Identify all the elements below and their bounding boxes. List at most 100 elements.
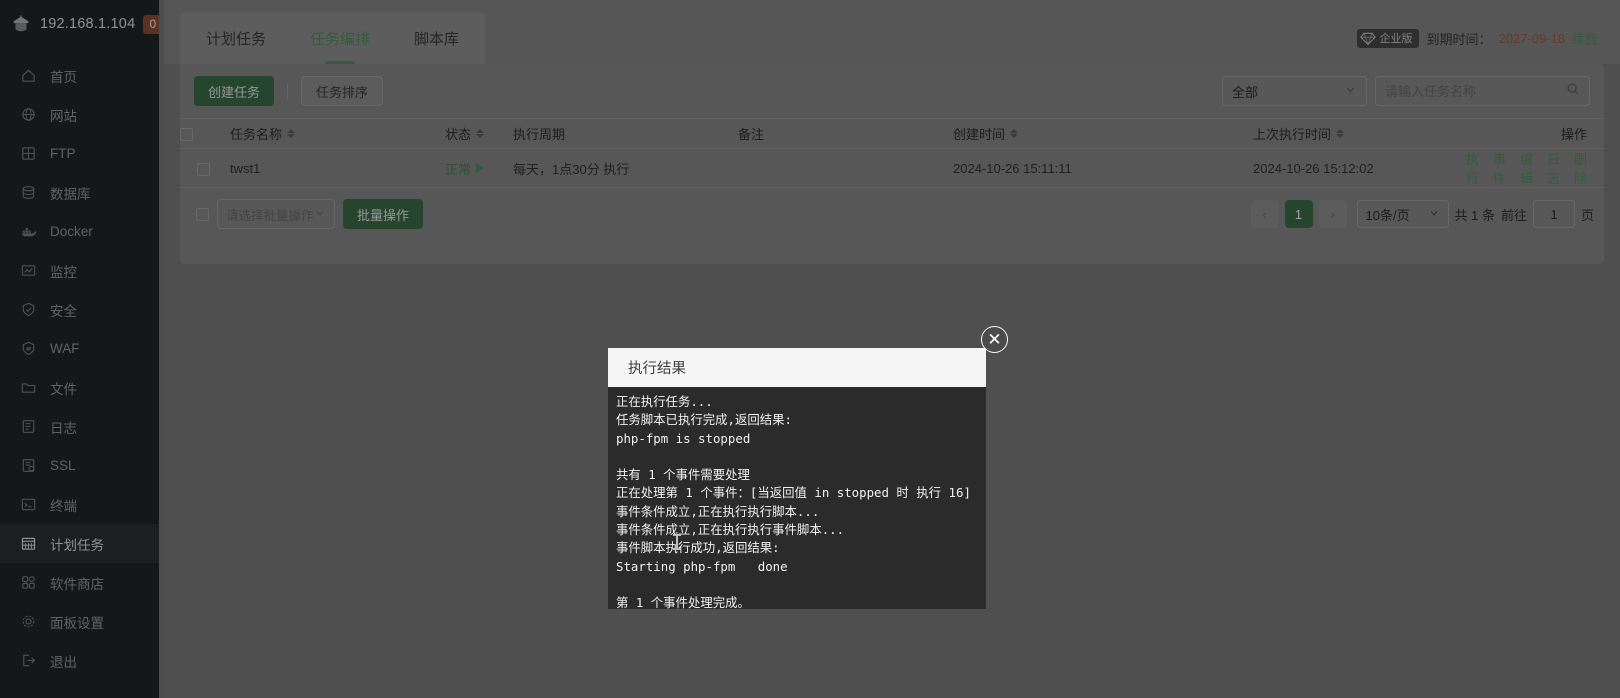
- sidebar-item-label: 监控: [50, 264, 77, 280]
- terminal-line: 事件条件成立,正在执行执行脚本...: [616, 503, 820, 519]
- created-time: 2024-10-26 15:11:11: [953, 160, 1072, 176]
- th-task-name[interactable]: 任务名称: [226, 118, 441, 149]
- search-input[interactable]: [1385, 83, 1566, 99]
- sidebar-item-label: 日志: [50, 420, 77, 436]
- table-row[interactable]: twst1 正常 每天，1点30分 执行 2024-10-26 15:11:11…: [180, 148, 1604, 188]
- pagination-page-1[interactable]: 1: [1284, 200, 1313, 228]
- action-run[interactable]: 执行: [1459, 149, 1486, 187]
- th-label: 创建时间: [953, 127, 1006, 142]
- page-size-select[interactable]: 10条/页: [1356, 200, 1449, 228]
- sidebar-item-6[interactable]: 监控: [0, 251, 164, 290]
- footer-select-all-checkbox[interactable]: [196, 207, 209, 221]
- action-delete[interactable]: 删除: [1567, 149, 1594, 187]
- status-filter-select[interactable]: 全部: [1222, 76, 1367, 106]
- tab-label: 脚本库: [414, 30, 460, 48]
- action-edit[interactable]: 编辑: [1513, 149, 1540, 187]
- status-filter-value: 全部: [1232, 84, 1259, 100]
- sidebar-item-8[interactable]: WAF: [0, 329, 164, 368]
- sidebar-item-5[interactable]: Docker: [0, 212, 164, 251]
- table-footer: 请选择批量操作 批量操作 ‹ 1 › 10条/页 共 1 条 前往 1 页: [180, 188, 1604, 240]
- sidebar-item-7[interactable]: 安全: [0, 290, 164, 329]
- th-label: 执行周期: [513, 127, 566, 142]
- close-icon[interactable]: ✕: [981, 326, 1008, 353]
- pagination-prev-button[interactable]: ‹: [1250, 200, 1279, 228]
- create-task-button[interactable]: 创建任务: [194, 76, 275, 106]
- renew-link[interactable]: 续费: [1572, 29, 1598, 48]
- th-label: 上次执行时间: [1253, 127, 1332, 142]
- sort-icon[interactable]: [1336, 129, 1345, 138]
- row-actions: 执行 事件 编辑 日志 删除: [1466, 149, 1604, 187]
- panel-logo-icon: [10, 13, 32, 35]
- tab-scheduled-tasks[interactable]: 计划任务: [184, 12, 288, 64]
- action-logs[interactable]: 日志: [1540, 149, 1567, 187]
- task-table-head: 任务名称 状态 执行周期 备注 创建时间 上次执行时间 操作: [180, 118, 1604, 149]
- terminal-line: 共有 1 个事件需要处理: [616, 467, 750, 483]
- sidebar-item-label: 网站: [50, 108, 77, 124]
- action-events[interactable]: 事件: [1486, 149, 1513, 187]
- gear-icon: [20, 613, 37, 630]
- pagination-next-button[interactable]: ›: [1318, 200, 1347, 228]
- batch-action-select[interactable]: 请选择批量操作: [217, 199, 335, 229]
- sidebar-item-13[interactable]: 计划任务: [0, 524, 164, 563]
- terminal-output[interactable]: 正在执行任务... 任务脚本已执行完成,返回结果: php-fpm is stopp…: [608, 387, 986, 609]
- th-last-run[interactable]: 上次执行时间: [1249, 118, 1494, 149]
- sidebar-item-label: 面板设置: [50, 615, 104, 631]
- sidebar-item-10[interactable]: 日志: [0, 407, 164, 446]
- row-checkbox[interactable]: [196, 162, 210, 176]
- sidebar-item-label: 安全: [50, 303, 77, 319]
- enterprise-badge-label: 企业版: [1379, 33, 1413, 45]
- docker-icon: [20, 223, 37, 240]
- page-unit-label: 页: [1580, 207, 1594, 223]
- cell-actions: 执行 事件 编辑 日志 删除: [1466, 148, 1604, 188]
- topbar: 计划任务 任务编排 脚本库 企业版 到期时间： 2027-09-18 续费: [164, 0, 1620, 64]
- th-status[interactable]: 状态: [441, 118, 509, 149]
- sidebar-item-3[interactable]: FTP: [0, 134, 164, 173]
- tab-strip: 计划任务 任务编排 脚本库: [180, 12, 486, 64]
- terminal-line: 事件脚本执行成功,返回结果:: [616, 540, 780, 556]
- cycle-text: 每天，1点30分 执行: [513, 161, 630, 177]
- sort-icon[interactable]: [476, 129, 485, 138]
- task-sort-button[interactable]: 任务排序: [301, 76, 384, 106]
- sort-icon[interactable]: [1010, 129, 1019, 138]
- sidebar-item-15[interactable]: 面板设置: [0, 602, 164, 641]
- tab-task-orchestration[interactable]: 任务编排: [288, 12, 392, 64]
- th-label: 状态: [445, 127, 472, 142]
- sidebar-item-4[interactable]: 数据库: [0, 173, 164, 212]
- modal-header: 执行结果: [608, 348, 986, 387]
- monitor-icon: [20, 262, 37, 279]
- sort-icon[interactable]: [287, 129, 296, 138]
- sidebar-item-label: 首页: [50, 69, 77, 85]
- terminal-line: 正在处理第 1 个事件：[当返回值 in stopped 时 执行 16]: [616, 485, 971, 501]
- search-box[interactable]: [1375, 76, 1590, 106]
- last-run-time: 2024-10-26 15:12:02: [1253, 160, 1374, 176]
- sidebar-item-label: WAF: [50, 341, 80, 356]
- sidebar-item-11[interactable]: SSL: [0, 446, 164, 485]
- select-all-checkbox[interactable]: [180, 128, 193, 142]
- sidebar-item-14[interactable]: 软件商店: [0, 563, 164, 602]
- task-table-body: twst1 正常 每天，1点30分 执行 2024-10-26 15:11:11…: [180, 148, 1604, 188]
- home-icon: [20, 67, 37, 84]
- sidebar-item-12[interactable]: 终端: [0, 485, 164, 524]
- sidebar-brand[interactable]: 192.168.1.104 0: [0, 0, 164, 48]
- diamond-icon: [1360, 32, 1377, 45]
- tab-label: 任务编排: [310, 30, 371, 48]
- th-created[interactable]: 创建时间: [949, 118, 1249, 149]
- content-panel: 创建任务 任务排序 全部 请输入任务名称 任务名称 状态 执行周期 备注 创建时…: [180, 64, 1604, 264]
- logout-icon: [20, 652, 37, 669]
- batch-apply-button[interactable]: 批量操作: [343, 199, 424, 229]
- goto-label: 前往: [1500, 207, 1527, 223]
- search-icon[interactable]: [1566, 82, 1580, 101]
- pagination: ‹ 1 › 10条/页 共 1 条 前往 1 页: [1250, 200, 1594, 228]
- sidebar-item-1[interactable]: 首页: [0, 56, 164, 95]
- sidebar-item-2[interactable]: 网站: [0, 95, 164, 134]
- sidebar-item-16[interactable]: 退出: [0, 641, 164, 680]
- sidebar-item-label: 终端: [50, 498, 77, 514]
- sidebar-nav: 首页网站 FTP 数据库 Docker 监控安全 WAF 文件日志 SSL 终端计划任务 软件商店…: [0, 56, 164, 680]
- sidebar-item-9[interactable]: 文件: [0, 368, 164, 407]
- cell-created: 2024-10-26 15:11:11: [949, 148, 1249, 188]
- goto-page-input[interactable]: 1: [1532, 200, 1575, 228]
- th-label: 操作: [1560, 127, 1587, 142]
- terminal-icon: [20, 496, 37, 513]
- row-select-cell: [180, 148, 226, 188]
- tab-script-library[interactable]: 脚本库: [392, 12, 481, 64]
